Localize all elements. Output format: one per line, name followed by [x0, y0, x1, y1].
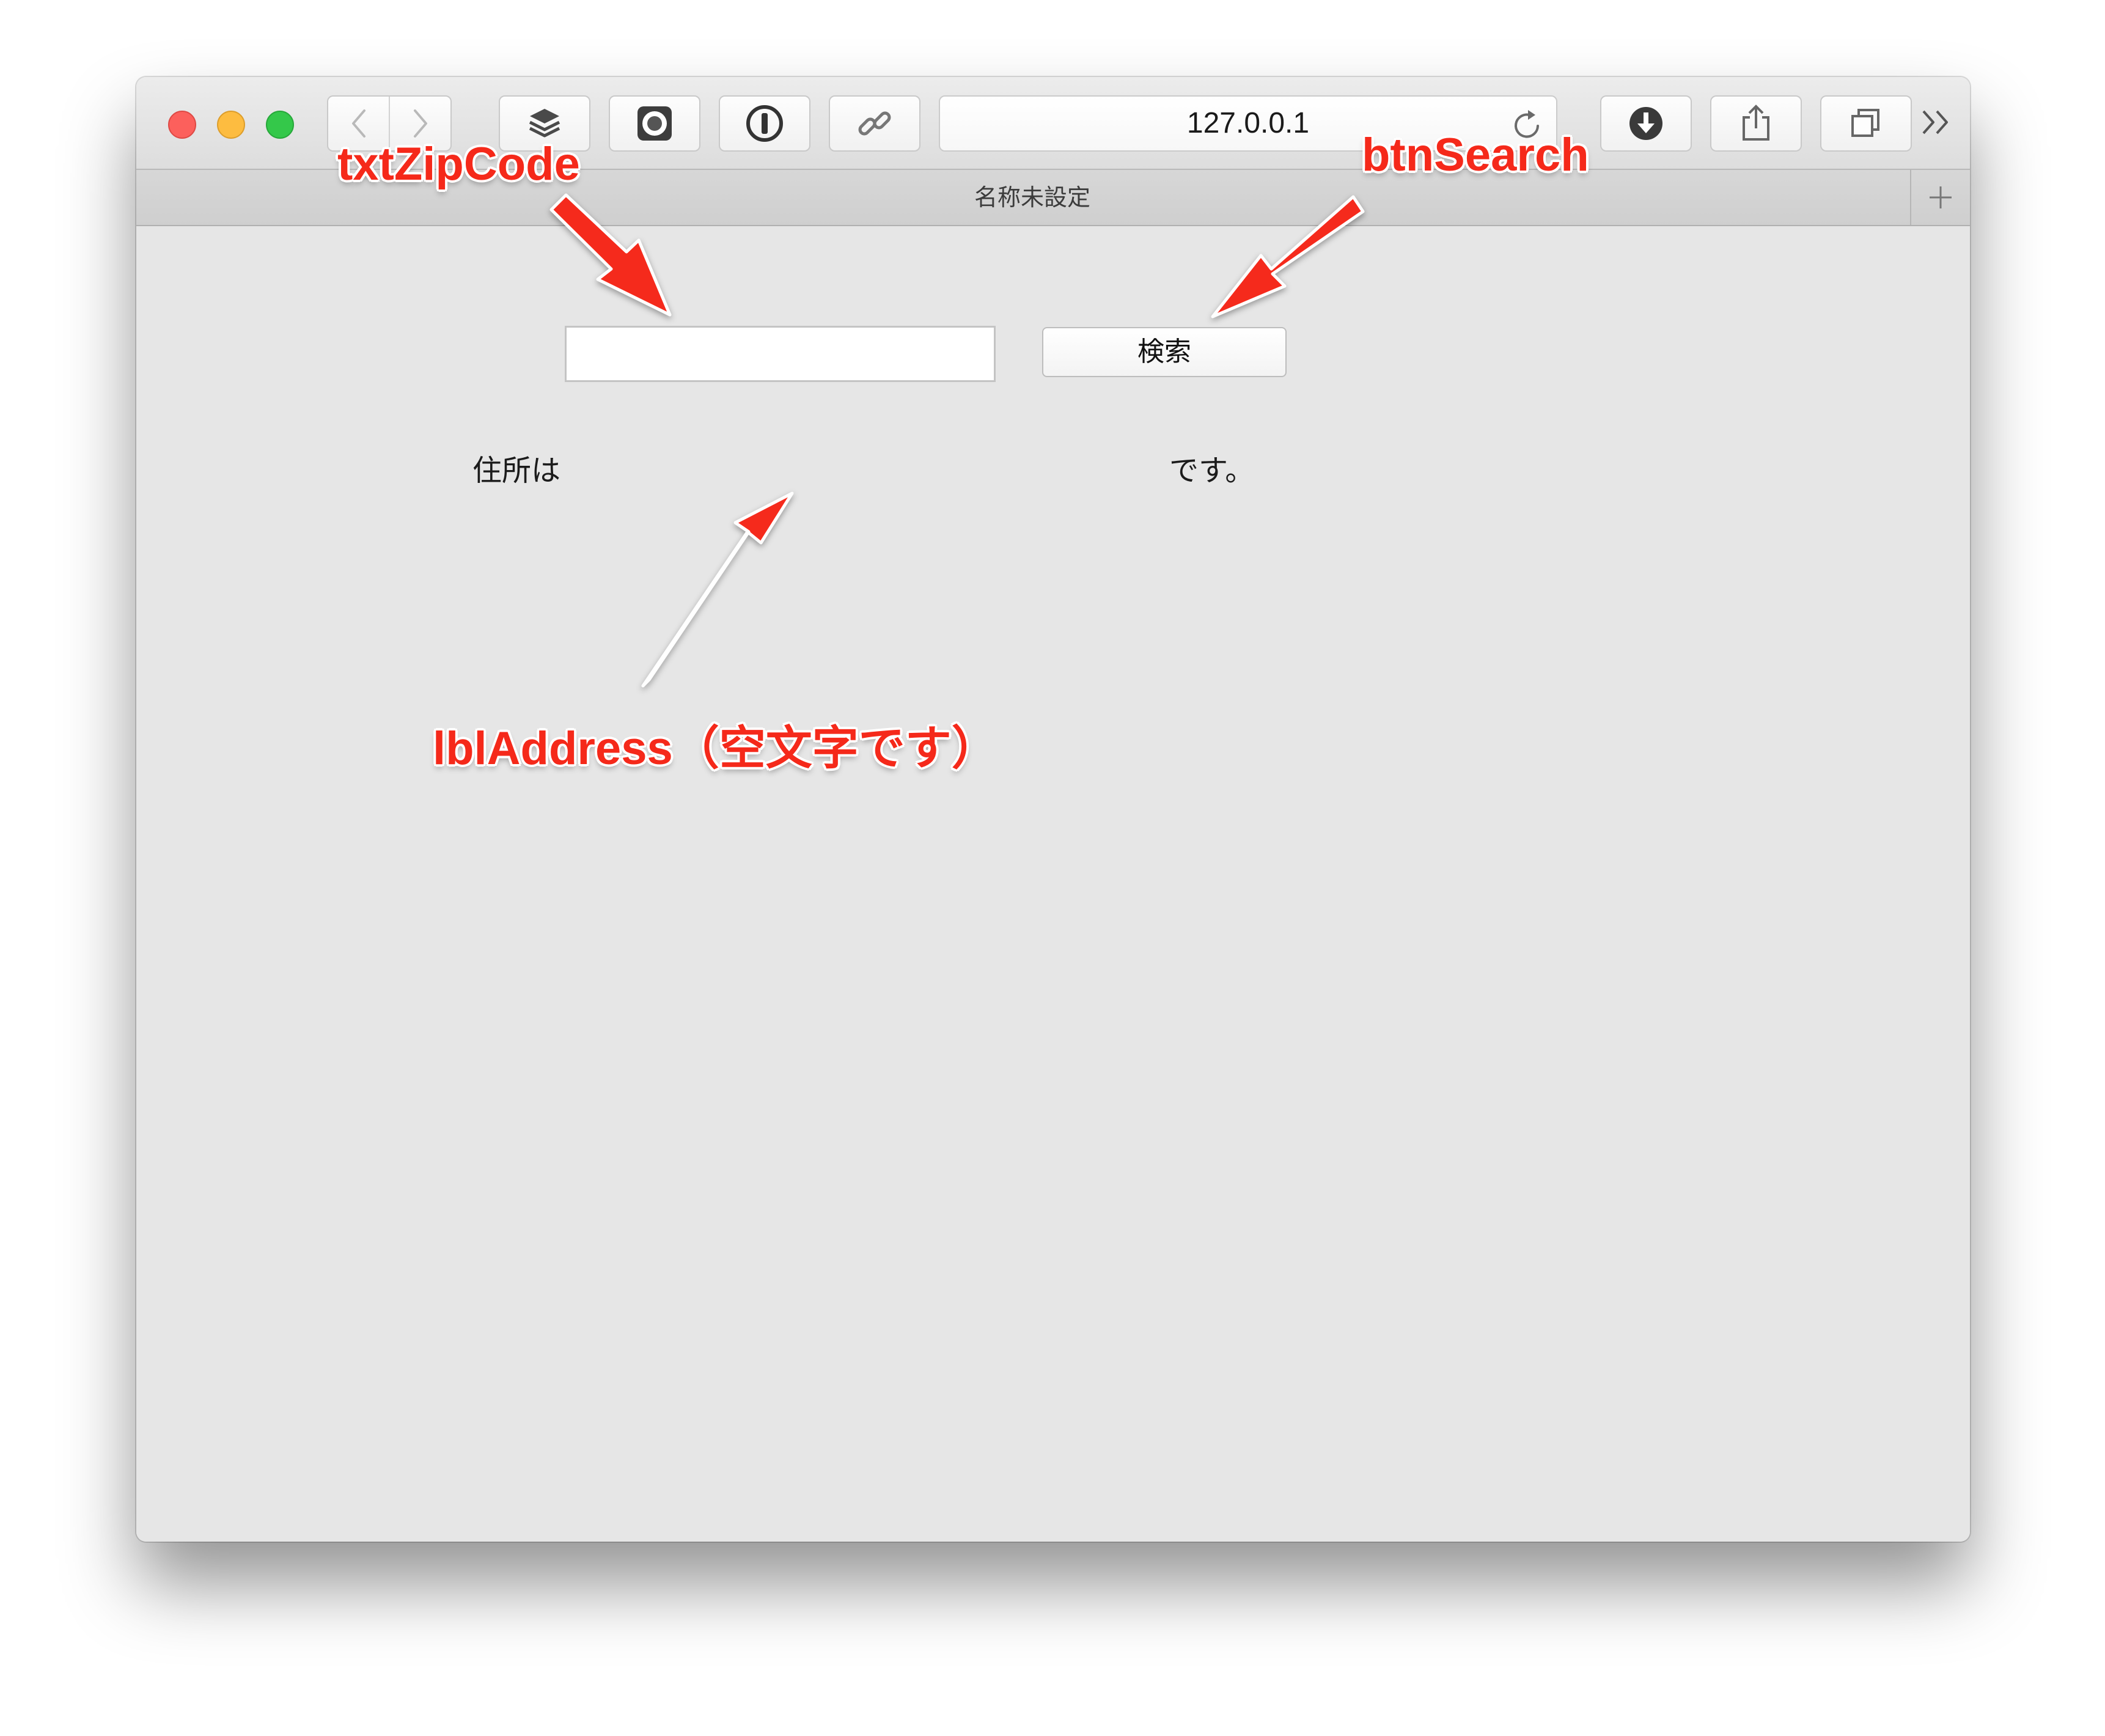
- info-button[interactable]: [719, 95, 810, 152]
- layers-icon: [529, 109, 560, 138]
- back-icon: [351, 109, 366, 138]
- address-prefix-label: 住所は: [472, 454, 561, 488]
- more-chevrons-icon: [1922, 110, 1948, 134]
- link-icon: [858, 111, 891, 136]
- record-icon: [637, 106, 672, 141]
- browser-window: 127.0.0.1 名称未設定 検索 住所は です。: [136, 77, 1970, 1542]
- download-button[interactable]: [1600, 95, 1692, 152]
- info-icon: [746, 105, 783, 142]
- link-button[interactable]: [829, 95, 920, 152]
- zip-code-input[interactable]: [565, 326, 996, 382]
- tabs-overview-icon: [1851, 109, 1879, 137]
- address-suffix-label: です。: [1169, 454, 1255, 488]
- plus-icon: [1930, 186, 1952, 208]
- forward-icon: [413, 109, 427, 138]
- page-content: 検索 住所は です。: [136, 226, 1970, 1542]
- annotation-search-label: btnSearch: [1362, 129, 1589, 181]
- search-button[interactable]: 検索: [1042, 327, 1287, 377]
- close-window-button[interactable]: [168, 111, 196, 139]
- more-toolbar-button[interactable]: [1921, 109, 1952, 138]
- annotation-address-label: lblAddress（空文字です）: [433, 723, 998, 774]
- tabs-overview-button[interactable]: [1820, 95, 1912, 152]
- new-tab-button[interactable]: [1910, 170, 1970, 225]
- share-button[interactable]: [1710, 95, 1802, 152]
- maximize-window-button[interactable]: [266, 111, 294, 139]
- annotation-zip-label: txtZipCode: [337, 138, 580, 190]
- download-icon: [1629, 107, 1662, 140]
- minimize-window-button[interactable]: [217, 111, 245, 139]
- record-button[interactable]: [609, 95, 700, 152]
- share-icon: [1743, 105, 1769, 141]
